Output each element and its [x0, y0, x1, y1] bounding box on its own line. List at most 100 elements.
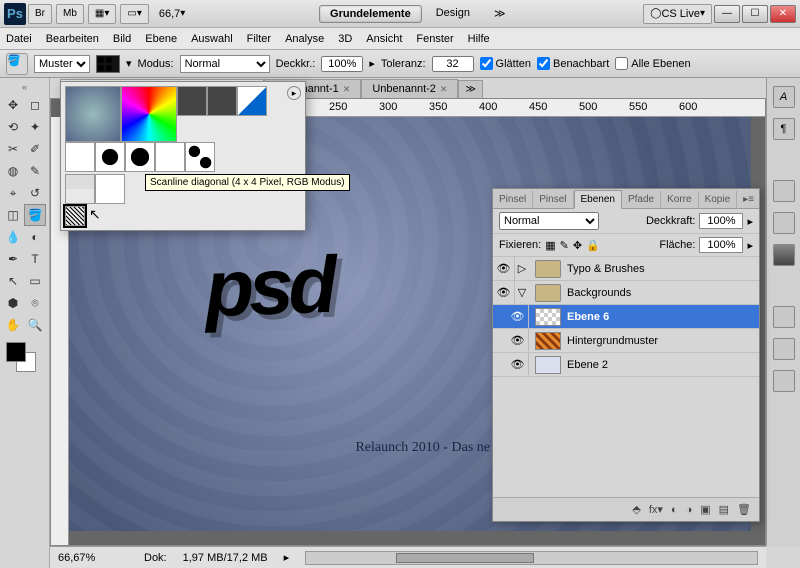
window-close[interactable]: ✕ — [770, 5, 796, 23]
pattern-swatch-item[interactable] — [185, 142, 215, 172]
blend-mode-select[interactable]: Normal — [180, 55, 270, 73]
layer-fx-icon[interactable]: fx▾ — [649, 503, 663, 516]
workspace-more[interactable]: ≫ — [484, 5, 516, 23]
menu-filter[interactable]: Filter — [247, 33, 271, 45]
opacity-field[interactable] — [321, 56, 363, 72]
menu-auswahl[interactable]: Auswahl — [191, 33, 233, 45]
pattern-swatch-item[interactable] — [65, 86, 121, 142]
pattern-swatch[interactable] — [96, 55, 120, 73]
eyedropper-tool[interactable]: ✐ — [24, 138, 46, 160]
lock-position-icon[interactable]: ✥ — [573, 239, 582, 252]
delete-layer-icon[interactable]: 🗑 — [737, 503, 751, 516]
window-maximize[interactable]: ☐ — [742, 5, 768, 23]
lock-all-icon[interactable]: 🔒 — [586, 239, 600, 252]
lasso-tool[interactable]: ⟲ — [2, 116, 24, 138]
dock-history-icon[interactable] — [773, 338, 795, 360]
type-tool[interactable]: T — [24, 248, 46, 270]
panel-tab-pinsel2[interactable]: Pinsel — [533, 191, 573, 208]
close-icon[interactable]: ✕ — [343, 84, 351, 95]
new-group-icon[interactable]: ▣ — [700, 503, 710, 516]
layer-name[interactable]: Ebene 6 — [567, 311, 609, 323]
menu-ansicht[interactable]: Ansicht — [366, 33, 402, 45]
link-layers-icon[interactable]: ⬘ — [632, 503, 640, 516]
lock-pixels-icon[interactable]: ✎ — [560, 239, 569, 252]
visibility-icon[interactable]: 👁 — [507, 329, 529, 352]
window-minimize[interactable]: — — [714, 5, 740, 23]
dock-type-icon[interactable]: A — [773, 86, 795, 108]
layer-blendmode-select[interactable]: Normal — [499, 212, 599, 230]
pattern-swatch-item[interactable] — [65, 174, 95, 204]
zoom-level[interactable]: 66,7 ▾ — [153, 4, 191, 24]
visibility-icon[interactable]: 👁 — [507, 353, 529, 376]
contiguous-checkbox[interactable]: Benachbart — [537, 57, 609, 70]
horizontal-scrollbar[interactable] — [305, 551, 758, 565]
layer-opacity-field[interactable] — [699, 213, 743, 229]
layer-thumb[interactable] — [535, 332, 561, 350]
dock-color-icon[interactable] — [773, 180, 795, 202]
menu-3d[interactable]: 3D — [338, 33, 352, 45]
wand-tool[interactable]: ✦ — [24, 116, 46, 138]
visibility-icon[interactable]: 👁 — [493, 281, 515, 304]
eraser-tool[interactable]: ◫ — [2, 204, 24, 226]
layer-name[interactable]: Ebene 2 — [567, 359, 608, 371]
menu-hilfe[interactable]: Hilfe — [468, 33, 490, 45]
hand-tool[interactable]: ✋ — [2, 314, 24, 336]
layer-item[interactable]: 👁 Hintergrundmuster — [493, 329, 759, 353]
panel-tab-pfade[interactable]: Pfade — [622, 191, 661, 208]
fill-source-select[interactable]: Muster — [34, 55, 90, 73]
dock-navigator-icon[interactable] — [773, 306, 795, 328]
doctab-overflow[interactable]: ≫ — [458, 80, 482, 98]
disclosure-icon[interactable]: ▷ — [515, 262, 529, 275]
toolbox-collapse[interactable]: « — [2, 82, 47, 92]
flyout-menu-icon[interactable]: ▸ — [287, 86, 301, 100]
doctab-2[interactable]: Unbenannt-2✕ — [361, 79, 458, 98]
shape-tool[interactable]: ▭ — [24, 270, 46, 292]
panel-tab-pinsel[interactable]: Pinsel — [493, 191, 533, 208]
menu-bearbeiten[interactable]: Bearbeiten — [46, 33, 99, 45]
panel-menu-icon[interactable]: ▸≡ — [737, 191, 760, 208]
layer-group[interactable]: 👁 ▷ Typo & Brushes — [493, 257, 759, 281]
visibility-icon[interactable]: 👁 — [493, 257, 515, 280]
adjustment-layer-icon[interactable]: ◑ — [686, 504, 693, 516]
stamp-tool[interactable]: ⌖ — [2, 182, 24, 204]
dock-paragraph-icon[interactable]: ¶ — [773, 118, 795, 140]
cslive-button[interactable]: ◯ CS Live ▾ — [643, 4, 712, 24]
layer-fill-field[interactable] — [699, 237, 743, 253]
disclosure-icon[interactable]: ▽ — [515, 286, 529, 299]
3dcam-tool[interactable]: ⌾ — [24, 292, 46, 314]
pattern-swatch-item[interactable] — [237, 86, 267, 116]
menu-datei[interactable]: Datei — [6, 33, 32, 45]
dock-styles-icon[interactable] — [773, 244, 795, 266]
layer-thumb[interactable] — [535, 356, 561, 374]
layer-thumb[interactable] — [535, 308, 561, 326]
panel-tab-korrekturen[interactable]: Korre — [661, 191, 698, 208]
layer-item[interactable]: 👁 Ebene 6 — [493, 305, 759, 329]
menu-ebene[interactable]: Ebene — [145, 33, 177, 45]
bucket-tool[interactable]: 🪣 — [24, 204, 46, 226]
bridge-button[interactable]: Br — [28, 4, 52, 24]
close-icon[interactable]: ✕ — [440, 84, 448, 95]
pattern-swatch-item[interactable] — [95, 174, 125, 204]
brush-tool[interactable]: ✎ — [24, 160, 46, 182]
heal-tool[interactable]: ◍ — [2, 160, 24, 182]
pattern-swatch-item[interactable] — [155, 142, 185, 172]
status-doc-size[interactable]: 1,97 MB/17,2 MB — [183, 552, 268, 564]
tolerance-field[interactable] — [432, 56, 474, 72]
panel-tab-ebenen[interactable]: Ebenen — [574, 190, 622, 209]
pattern-swatch-item[interactable] — [65, 142, 95, 172]
screenmode-button[interactable]: ▭▾ — [120, 4, 148, 24]
path-tool[interactable]: ↖ — [2, 270, 24, 292]
antialias-checkbox[interactable]: Glätten — [480, 57, 531, 70]
layer-name[interactable]: Hintergrundmuster — [567, 335, 658, 347]
3d-tool[interactable]: ⬢ — [2, 292, 24, 314]
dock-swatches-icon[interactable] — [773, 212, 795, 234]
pattern-swatch-item[interactable] — [177, 86, 207, 116]
arrange-button[interactable]: ▦▾ — [88, 4, 116, 24]
pattern-swatch-item[interactable] — [125, 142, 155, 172]
panel-tab-kopie[interactable]: Kopie — [699, 191, 738, 208]
history-brush-tool[interactable]: ↺ — [24, 182, 46, 204]
status-zoom[interactable]: 66,67% — [58, 552, 128, 564]
layer-name[interactable]: Backgrounds — [567, 287, 631, 299]
pattern-swatch-item[interactable] — [207, 86, 237, 116]
layer-mask-icon[interactable]: ◐ — [671, 504, 678, 516]
